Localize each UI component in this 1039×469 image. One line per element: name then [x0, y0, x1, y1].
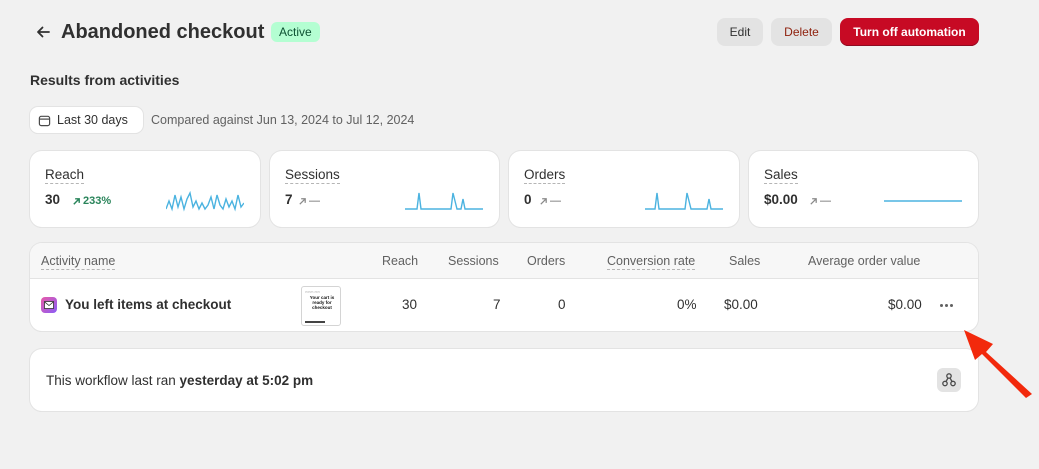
compared-against-text: Compared against Jun 13, 2024 to Jul 12,…	[151, 113, 415, 127]
last-ran-time: yesterday at 5:02 pm	[179, 373, 314, 388]
metric-value: 7	[285, 192, 293, 207]
activity-name[interactable]: You left items at checkout	[65, 297, 231, 312]
column-header-reach: Reach	[382, 254, 419, 268]
cell-sales: $0.00	[724, 297, 758, 312]
column-header-activity-name[interactable]: Activity name	[41, 254, 116, 270]
date-range-button[interactable]: Last 30 days	[30, 107, 143, 133]
cell-orders: 0	[558, 297, 566, 312]
cell-average-order-value: $0.00	[888, 297, 922, 312]
arrow-up-right-icon	[299, 197, 306, 205]
cell-sessions: 7	[493, 297, 501, 312]
turn-off-automation-button[interactable]: Turn off automation	[840, 18, 979, 46]
page-title: Abandoned checkout	[61, 21, 265, 43]
workflow-status-card: This workflow last ran yesterday at 5:02…	[30, 349, 978, 411]
sales-sparkline	[884, 200, 962, 202]
metric-card-orders[interactable]: Orders 0 —	[509, 151, 739, 227]
workflow-icon	[942, 373, 956, 387]
results-section-title: Results from activities	[30, 72, 180, 88]
workflow-last-ran-text: This workflow last ran yesterday at 5:02…	[46, 373, 314, 388]
annotation-arrow	[964, 330, 1032, 398]
activities-table: Activity name Reach Sessions Orders Conv…	[30, 243, 978, 331]
mail-icon	[41, 297, 57, 313]
metric-delta: —	[539, 195, 561, 207]
reach-sparkline	[166, 190, 244, 212]
column-header-conversion-rate[interactable]: Conversion rate	[607, 254, 696, 270]
metric-value: 0	[524, 192, 532, 207]
email-preview-thumbnail[interactable]: ▭▭▭ ▭▭ Your cart is ready for checkout	[301, 286, 341, 326]
date-range-label: Last 30 days	[57, 113, 128, 127]
metric-value: $0.00	[764, 192, 798, 207]
metric-card-reach[interactable]: Reach 30 233%	[30, 151, 260, 227]
table-header: Activity name Reach Sessions Orders Conv…	[30, 243, 978, 279]
edit-button[interactable]: Edit	[717, 18, 763, 46]
workflow-button[interactable]	[937, 368, 961, 392]
ellipsis-icon[interactable]	[935, 296, 957, 314]
column-header-sales: Sales	[729, 254, 761, 268]
arrow-left-icon	[37, 26, 50, 38]
orders-sparkline	[645, 192, 723, 210]
column-header-sessions: Sessions	[448, 254, 499, 268]
metric-label: Sessions	[285, 167, 340, 184]
arrow-up-right-icon	[540, 197, 547, 205]
table-row: You left items at checkout ▭▭▭ ▭▭ Your c…	[30, 280, 978, 331]
column-header-orders: Orders	[527, 254, 566, 268]
page-header: Abandoned checkout Active Edit Delete Tu…	[30, 18, 979, 46]
metric-card-sales[interactable]: Sales $0.00 —	[749, 151, 978, 227]
status-badge: Active	[271, 22, 320, 42]
arrow-up-right-icon	[73, 197, 80, 205]
sessions-sparkline	[405, 192, 483, 210]
cell-reach: 30	[402, 297, 418, 312]
metric-label: Orders	[524, 167, 566, 184]
thumbnail-heading: Your cart is ready for checkout	[309, 295, 335, 310]
metric-delta: 233%	[72, 195, 111, 207]
calendar-icon	[38, 115, 51, 126]
metric-delta: —	[298, 195, 320, 207]
metric-card-sessions[interactable]: Sessions 7 —	[270, 151, 499, 227]
metric-label: Reach	[45, 167, 85, 184]
metric-delta: —	[809, 195, 831, 207]
metric-label: Sales	[764, 167, 798, 184]
column-header-average-order-value: Average order value	[808, 254, 921, 268]
back-button[interactable]	[30, 19, 56, 45]
arrow-up-right-icon	[810, 197, 817, 205]
cell-conversion-rate: 0%	[677, 297, 697, 312]
metric-value: 30	[45, 192, 61, 207]
delete-button[interactable]: Delete	[771, 18, 832, 46]
